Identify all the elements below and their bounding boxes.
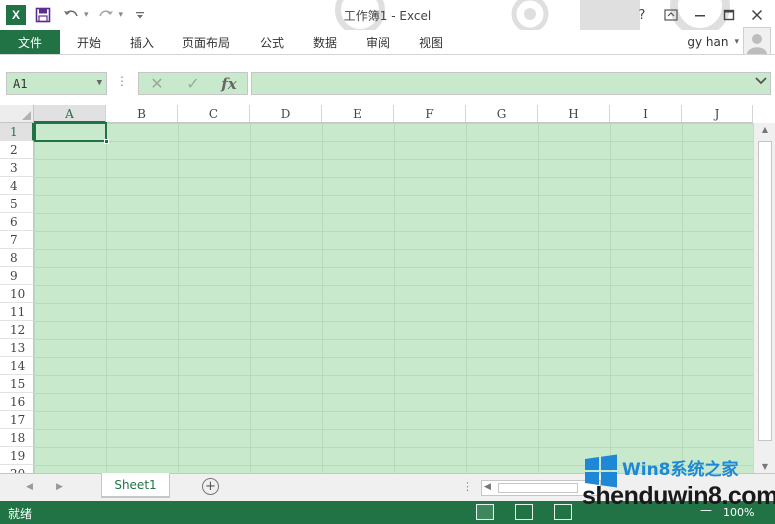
tab-home[interactable]: 开始 <box>77 30 101 54</box>
tab-review[interactable]: 审阅 <box>366 30 390 54</box>
column-header-e[interactable]: E <box>322 105 394 123</box>
tab-file[interactable]: 文件 <box>0 30 60 54</box>
row-header-7[interactable]: 7 <box>0 231 34 249</box>
vertical-scrollbar[interactable]: ▲ ▼ <box>753 123 775 473</box>
title-bar: X ▾ ▾ 工作簿1 - Excel ? <box>0 0 775 30</box>
sheet-tab-bar: ◀ ▶ Sheet1 + ⋮ ◀ <box>0 473 775 501</box>
column-header-a[interactable]: A <box>34 105 106 123</box>
close-icon[interactable] <box>743 4 771 26</box>
row-header-15[interactable]: 15 <box>0 375 34 393</box>
status-text: 就绪 <box>8 507 33 521</box>
column-header-d[interactable]: D <box>250 105 322 123</box>
tab-data[interactable]: 数据 <box>313 30 337 54</box>
name-box-value: A1 <box>13 76 28 91</box>
help-icon[interactable]: ? <box>628 4 656 26</box>
expand-formula-bar-icon[interactable] <box>755 76 767 89</box>
column-header-b[interactable]: B <box>106 105 178 123</box>
insert-function-icon[interactable]: fx <box>211 75 247 93</box>
column-header-i[interactable]: I <box>610 105 682 123</box>
enter-entry-icon[interactable]: ✓ <box>175 74 211 93</box>
chevron-down-icon: ▾ <box>734 37 739 47</box>
maximize-icon[interactable] <box>715 4 743 26</box>
row-header-13[interactable]: 13 <box>0 339 34 357</box>
column-header-j[interactable]: J <box>682 105 753 123</box>
tab-view[interactable]: 视图 <box>419 30 443 54</box>
avatar[interactable] <box>743 27 771 55</box>
formula-input[interactable] <box>251 72 771 95</box>
status-bar: 就绪 — 100% <box>0 501 775 524</box>
normal-view-icon[interactable] <box>476 504 494 520</box>
row-header-10[interactable]: 10 <box>0 285 34 303</box>
formula-bar-area: A1 ▼ ⋮ ✕ ✓ fx <box>0 54 775 105</box>
user-account[interactable]: gy han ▾ <box>687 30 739 54</box>
tab-formulas[interactable]: 公式 <box>260 30 284 54</box>
tab-page-layout[interactable]: 页面布局 <box>182 30 230 54</box>
select-all-button[interactable] <box>0 105 34 123</box>
row-header-2[interactable]: 2 <box>0 141 34 159</box>
next-sheet-icon[interactable]: ▶ <box>56 482 63 492</box>
page-layout-view-icon[interactable] <box>515 504 533 520</box>
row-header-6[interactable]: 6 <box>0 213 34 231</box>
column-header-f[interactable]: F <box>394 105 466 123</box>
formula-bar-grip-icon[interactable]: ⋮ <box>116 74 128 88</box>
cell-area[interactable] <box>34 123 753 473</box>
ribbon-tab-row: 文件 开始 插入 页面布局 公式 数据 审阅 视图 gy han ▾ <box>0 27 775 55</box>
row-header-3[interactable]: 3 <box>0 159 34 177</box>
vertical-scroll-thumb[interactable] <box>758 141 772 441</box>
name-box[interactable]: A1 ▼ <box>6 72 107 95</box>
scroll-down-icon[interactable]: ▼ <box>754 462 775 471</box>
sheet-tab-sheet1[interactable]: Sheet1 <box>101 473 170 497</box>
tab-split-grip-icon[interactable]: ⋮ <box>462 480 473 493</box>
new-sheet-button[interactable]: + <box>202 478 219 495</box>
worksheet-grid[interactable]: ABCDEFGHIJ 1 2 3 4 5 6 7 8 9 10 11 12 13 14 15 16 17 18 19… <box>0 105 775 473</box>
row-header-5[interactable]: 5 <box>0 195 34 213</box>
page-break-preview-icon[interactable] <box>554 504 572 520</box>
row-header-14[interactable]: 14 <box>0 357 34 375</box>
row-header-8[interactable]: 8 <box>0 249 34 267</box>
row-header-17[interactable]: 17 <box>0 411 34 429</box>
name-box-dropdown-icon[interactable]: ▼ <box>97 78 102 88</box>
fill-handle[interactable] <box>104 139 109 144</box>
row-header-19[interactable]: 19 <box>0 447 34 465</box>
row-header-12[interactable]: 12 <box>0 321 34 339</box>
ribbon-display-options-icon[interactable] <box>657 4 685 26</box>
row-header-11[interactable]: 11 <box>0 303 34 321</box>
zoom-level[interactable]: 100% <box>723 506 754 519</box>
active-cell[interactable] <box>34 122 107 142</box>
horizontal-scroll-thumb[interactable] <box>498 483 578 493</box>
column-header-c[interactable]: C <box>178 105 250 123</box>
formula-bar-buttons: ✕ ✓ fx <box>138 72 248 95</box>
horizontal-scrollbar[interactable]: ◀ <box>481 480 601 496</box>
row-header-16[interactable]: 16 <box>0 393 34 411</box>
row-header-9[interactable]: 9 <box>0 267 34 285</box>
column-header-g[interactable]: G <box>466 105 538 123</box>
row-header-4[interactable]: 4 <box>0 177 34 195</box>
previous-sheet-icon[interactable]: ◀ <box>26 482 33 492</box>
minimize-icon[interactable] <box>686 4 714 26</box>
column-header-h[interactable]: H <box>538 105 610 123</box>
tab-insert[interactable]: 插入 <box>130 30 154 54</box>
row-header-1[interactable]: 1 <box>0 123 34 141</box>
scroll-up-icon[interactable]: ▲ <box>754 125 775 134</box>
zoom-out-icon[interactable]: — <box>700 503 712 517</box>
cancel-entry-icon[interactable]: ✕ <box>139 74 175 93</box>
row-header-18[interactable]: 18 <box>0 429 34 447</box>
row-header-20[interactable]: 20 <box>0 465 34 473</box>
scroll-left-icon[interactable]: ◀ <box>484 482 491 492</box>
user-name: gy han <box>687 35 729 49</box>
